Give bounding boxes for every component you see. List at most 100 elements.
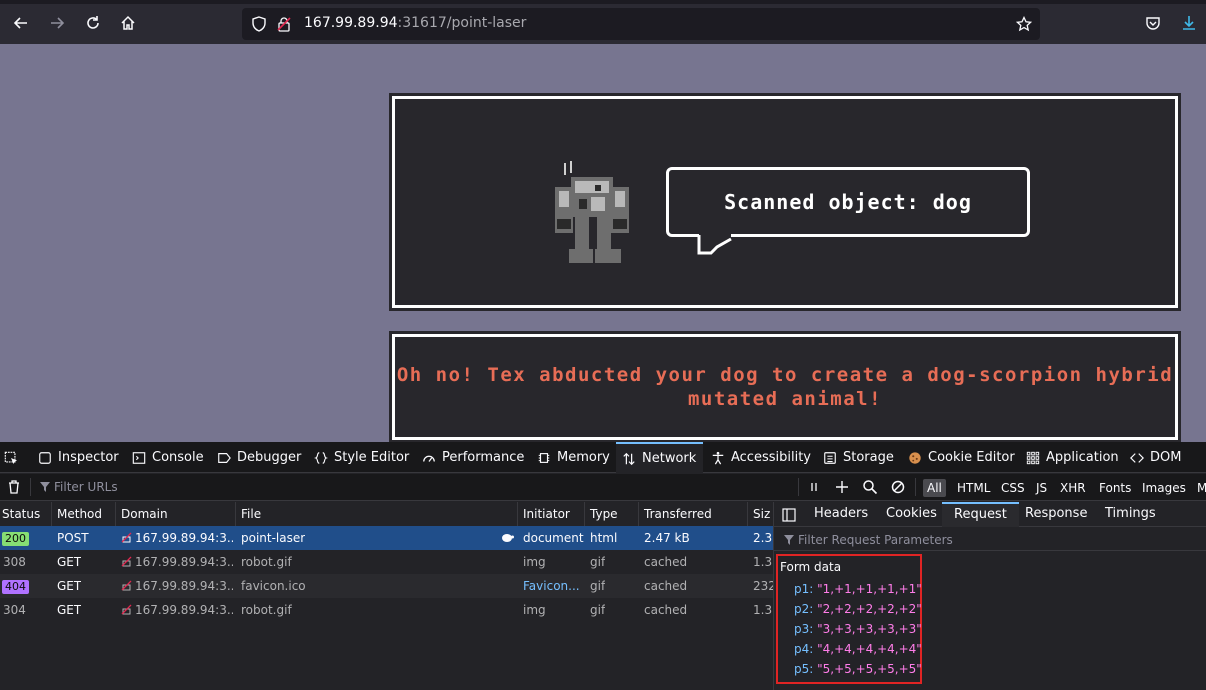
insecure-lock-icon xyxy=(121,532,132,543)
home-button[interactable] xyxy=(115,10,141,36)
transferred-cell: 2.47 kB xyxy=(644,531,690,545)
insecure-lock-icon xyxy=(121,604,132,615)
pocket-icon xyxy=(1146,17,1160,30)
domain-cell: 167.99.89.94:3... xyxy=(121,574,233,598)
column-status[interactable]: Status xyxy=(0,502,52,526)
filter-html[interactable]: HTML xyxy=(953,479,994,497)
downloads-button[interactable] xyxy=(1176,10,1202,36)
method-cell: POST xyxy=(57,531,89,545)
arrows-updown-icon xyxy=(623,452,635,465)
filter-urls-input[interactable]: Filter URLs xyxy=(40,480,118,494)
filter-params-placeholder: Filter Request Parameters xyxy=(798,533,953,547)
insecure-lock-icon xyxy=(121,580,132,591)
status-cell: 200 xyxy=(2,526,29,550)
column-transferred[interactable]: Transferred xyxy=(639,502,748,526)
network-toolbar: Filter URLs All HTML CSS JS XHR Fonts Im… xyxy=(0,474,1206,501)
initiator-cell: img xyxy=(523,603,546,617)
initiator-cell: document xyxy=(523,531,584,545)
form-param[interactable]: p5: "5,+5,+5,+5,+5" xyxy=(794,662,922,676)
url-text[interactable]: 167.99.89.94:31617/point-laser xyxy=(304,15,526,31)
filter-js[interactable]: JS xyxy=(1032,479,1051,497)
reload-button[interactable] xyxy=(80,10,106,36)
storage-icon xyxy=(824,451,836,464)
gauge-icon xyxy=(423,455,435,462)
filter-images[interactable]: Images xyxy=(1138,479,1190,497)
tab-accessibility[interactable]: Accessibility xyxy=(711,442,811,473)
param-key: p4: xyxy=(794,642,814,656)
arrow-left-icon xyxy=(13,17,27,29)
tab-performance[interactable]: Performance xyxy=(422,442,524,473)
filter-xhr[interactable]: XHR xyxy=(1056,479,1090,497)
tab-style-editor[interactable]: Style Editor xyxy=(314,442,409,473)
tab-timings[interactable]: Timings xyxy=(1105,502,1156,527)
method-cell: GET xyxy=(57,579,82,593)
plus-icon[interactable] xyxy=(834,479,850,495)
form-param[interactable]: p3: "3,+3,+3,+3,+3" xyxy=(794,622,922,636)
table-row[interactable]: 304 GET 167.99.89.94:3... robot.gif img … xyxy=(0,598,773,622)
file-cell: robot.gif xyxy=(241,555,292,569)
tab-dom[interactable]: DOM xyxy=(1130,442,1181,473)
tab-network[interactable]: Network xyxy=(616,442,703,473)
toolbar-divider xyxy=(30,478,31,496)
tab-request[interactable]: Request xyxy=(942,502,1019,527)
shield-icon[interactable] xyxy=(251,16,267,32)
tab-headers[interactable]: Headers xyxy=(814,502,868,527)
search-icon[interactable] xyxy=(862,479,878,495)
pause-icon[interactable] xyxy=(806,479,822,495)
tab-response[interactable]: Response xyxy=(1025,502,1087,527)
form-param[interactable]: p2: "2,+2,+2,+2,+2" xyxy=(794,602,922,616)
tab-cookie-editor[interactable]: Cookie Editor xyxy=(908,442,1015,473)
sidebar-toggle-icon[interactable] xyxy=(782,508,796,522)
tab-storage[interactable]: Storage xyxy=(823,442,894,473)
table-row[interactable]: 308 GET 167.99.89.94:3... robot.gif img … xyxy=(0,550,773,574)
column-file[interactable]: File xyxy=(236,502,518,526)
size-cell: 232 xyxy=(753,579,773,593)
download-icon xyxy=(1183,16,1195,30)
toolbar-divider xyxy=(915,478,916,496)
tab-inspector[interactable]: Inspector xyxy=(38,442,119,473)
tab-debugger[interactable]: Debugger xyxy=(217,442,301,473)
table-row[interactable]: 200 POST 167.99.89.94:3... point-laser d… xyxy=(0,526,773,550)
url-host: 167.99.89.94 xyxy=(304,15,398,31)
initiator-link[interactable]: Favicon... xyxy=(523,574,581,598)
tab-accessibility-label: Accessibility xyxy=(731,450,811,465)
form-param[interactable]: p1: "1,+1,+1,+1,+1" xyxy=(794,582,922,596)
size-cell: 1.3 xyxy=(753,603,773,617)
url-bar[interactable]: 167.99.89.94:31617/point-laser xyxy=(242,8,1040,40)
tab-cookies[interactable]: Cookies xyxy=(886,502,937,527)
column-method[interactable]: Method xyxy=(52,502,116,526)
filter-media[interactable]: M xyxy=(1193,479,1206,497)
method-cell: GET xyxy=(57,603,82,617)
filter-params-input[interactable]: Filter Request Parameters xyxy=(784,533,953,547)
tab-application[interactable]: Application xyxy=(1026,442,1119,473)
column-initiator[interactable]: Initiator xyxy=(518,502,585,526)
table-row[interactable]: 404 GET 167.99.89.94:3... favicon.ico Fa… xyxy=(0,574,773,598)
element-picker-button[interactable] xyxy=(4,442,18,473)
tab-memory[interactable]: Memory xyxy=(537,442,610,473)
status-badge: 404 xyxy=(2,580,29,594)
type-cell: html xyxy=(590,531,618,545)
filter-css[interactable]: CSS xyxy=(997,479,1029,497)
insecure-lock-icon[interactable] xyxy=(276,16,292,32)
column-domain[interactable]: Domain xyxy=(116,502,236,526)
form-data-title[interactable]: Form data xyxy=(780,560,841,574)
column-size[interactable]: Siz xyxy=(748,502,773,526)
domain-text: 167.99.89.94:3... xyxy=(135,603,233,617)
forward-button[interactable] xyxy=(44,10,70,36)
column-type[interactable]: Type xyxy=(585,502,639,526)
block-icon[interactable] xyxy=(890,479,906,495)
form-param[interactable]: p4: "4,+4,+4,+4,+4" xyxy=(794,642,922,656)
page-viewport: Scanned object: dog Oh no! Tex abducted … xyxy=(0,44,1206,442)
file-cell: robot.gif xyxy=(241,603,292,617)
back-button[interactable] xyxy=(8,10,34,36)
url-path: :31617/point-laser xyxy=(397,15,527,31)
filter-all[interactable]: All xyxy=(923,479,946,497)
trash-icon[interactable] xyxy=(6,479,22,495)
tab-storage-label: Storage xyxy=(843,450,894,465)
insecure-lock-icon xyxy=(121,556,132,567)
filter-fonts[interactable]: Fonts xyxy=(1095,479,1135,497)
speech-bubble-tail xyxy=(697,233,732,255)
pocket-button[interactable] xyxy=(1140,10,1166,36)
tab-console[interactable]: Console xyxy=(132,442,204,473)
bookmark-star-icon[interactable] xyxy=(1016,16,1032,32)
